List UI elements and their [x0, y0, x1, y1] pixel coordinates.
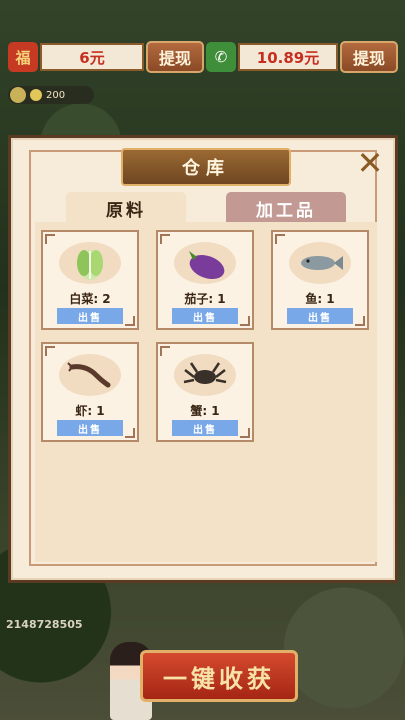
coin-value: 200: [46, 89, 66, 101]
cabbage-icon: [59, 242, 121, 284]
shrimp-icon: [59, 354, 121, 396]
warehouse-modal: 仓库 ✕ 原料 加工品 白菜: 2 出售 茄子: 1 出售 鱼: 1 出售 虾:…: [8, 135, 398, 583]
harvest-all-button[interactable]: 一键收获: [140, 650, 298, 702]
wechat-icon: ✆: [206, 42, 236, 72]
wechat-balance: ✆ 10.89元 提现: [206, 40, 398, 74]
player-uid: 2148728505: [6, 618, 83, 631]
item-label: 蟹: 1: [190, 404, 220, 418]
coin-icon: [30, 89, 42, 101]
tab-raw-materials[interactable]: 原料: [66, 192, 186, 224]
sell-button[interactable]: 出售: [57, 420, 123, 436]
item-label: 茄子: 1: [184, 292, 226, 306]
tab-processed-goods[interactable]: 加工品: [226, 192, 346, 224]
sell-button[interactable]: 出售: [172, 420, 238, 436]
sell-button[interactable]: 出售: [57, 308, 123, 324]
item-grid: 白菜: 2 出售 茄子: 1 出售 鱼: 1 出售 虾: 1 出售 蟹: 1 出…: [35, 222, 377, 562]
item-card-eggplant[interactable]: 茄子: 1 出售: [156, 230, 254, 330]
fish-icon: [289, 242, 351, 284]
item-card-crab[interactable]: 蟹: 1 出售: [156, 342, 254, 442]
red-packet-icon: 福: [8, 42, 38, 72]
red-packet-value: 6元: [40, 43, 144, 71]
withdraw-wechat-button[interactable]: 提现: [340, 41, 398, 73]
item-card-shrimp[interactable]: 虾: 1 出售: [41, 342, 139, 442]
withdraw-red-button[interactable]: 提现: [146, 41, 204, 73]
item-card-fish[interactable]: 鱼: 1 出售: [271, 230, 369, 330]
red-packet-balance: 福 6元 提现: [8, 40, 204, 74]
item-label: 鱼: 1: [305, 292, 335, 306]
item-label: 白菜: 2: [69, 292, 111, 306]
close-icon[interactable]: ✕: [355, 147, 385, 179]
eggplant-icon: [174, 242, 236, 284]
sell-button[interactable]: 出售: [287, 308, 353, 324]
modal-title: 仓库: [121, 148, 291, 186]
wechat-value: 10.89元: [238, 43, 338, 71]
coin-stack-icon: [10, 87, 26, 103]
item-card-cabbage[interactable]: 白菜: 2 出售: [41, 230, 139, 330]
crab-icon: [174, 354, 236, 396]
coin-counter: 200: [8, 86, 94, 104]
item-label: 虾: 1: [75, 404, 105, 418]
sell-button[interactable]: 出售: [172, 308, 238, 324]
